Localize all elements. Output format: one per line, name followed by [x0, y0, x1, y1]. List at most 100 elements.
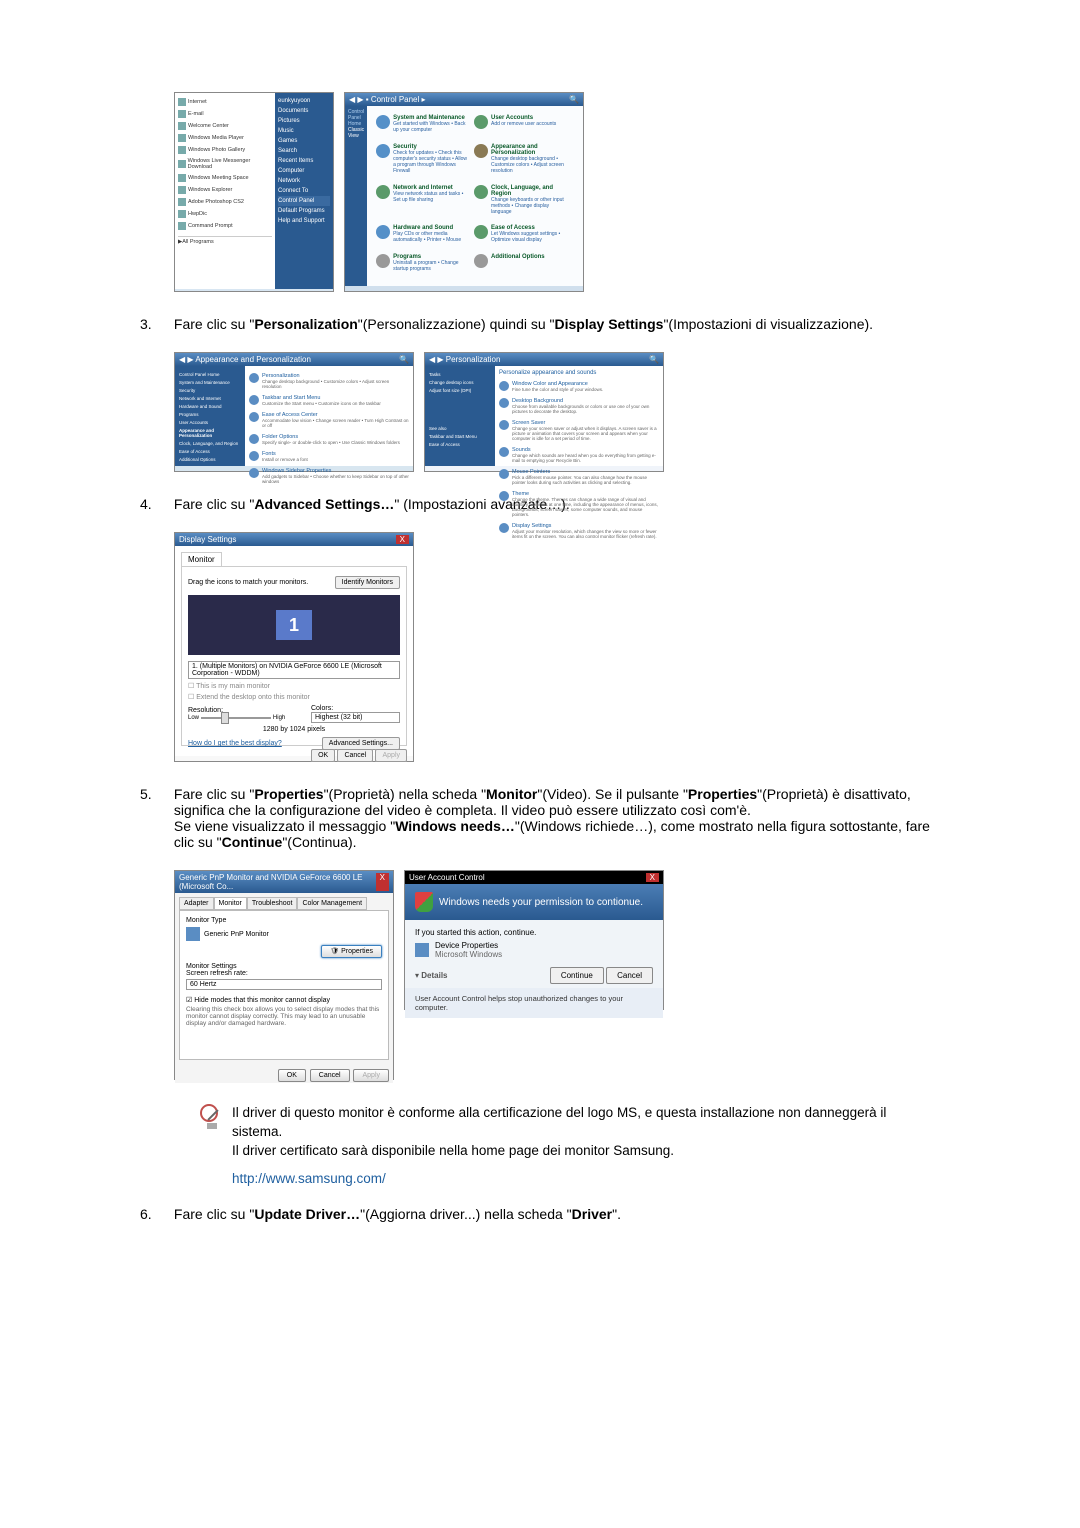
start-item: Command Prompt [178, 220, 272, 232]
step-5: 5. Fare clic su "Properties"(Proprietà) … [140, 786, 940, 850]
pers2-item: Display SettingsAdjust your monitor reso… [499, 520, 659, 542]
pers-item: Ease of Access CenterAccommodate low vis… [249, 409, 409, 431]
cp-category: Appearance and PersonalizationChange des… [471, 141, 569, 182]
properties-button[interactable]: 🛡 Properties [321, 945, 382, 958]
cp-category: System and MaintenanceGet started with W… [373, 112, 471, 141]
pers2-item: Mouse PointersPick a different mouse poi… [499, 466, 659, 488]
display-settings-figure: Display SettingsX Monitor Drag the icons… [174, 532, 414, 762]
cp-category: SecurityCheck for updates • Check this c… [373, 141, 471, 182]
uac-titlebar: User Account ControlX [405, 871, 663, 884]
cancel-button[interactable]: Cancel [337, 749, 373, 762]
cp-category: Clock, Language, and RegionChange keyboa… [471, 182, 569, 223]
pers2-item: SoundsChange which sounds are heard when… [499, 444, 659, 466]
tab-color-management[interactable]: Color Management [297, 897, 367, 910]
pers-sidebar: Control Panel Home System and Maintenanc… [175, 366, 245, 466]
pers-titlebar: ◀ ▶ Appearance and Personalization🔍 [175, 353, 413, 366]
shield-icon [415, 892, 433, 912]
tab-monitor[interactable]: Monitor [214, 897, 247, 910]
start-item: Windows Live Messenger Download [178, 156, 272, 172]
pers-item: Taskbar and Start MenuCustomize the Star… [249, 392, 409, 409]
colors-select[interactable]: Highest (32 bit) [311, 712, 400, 723]
cp-category: Ease of AccessLet Windows suggest settin… [471, 222, 569, 251]
ok-button[interactable]: OK [311, 749, 335, 762]
samsung-link[interactable]: http://www.samsung.com/ [232, 1171, 940, 1186]
start-item: Connect To [278, 186, 330, 196]
pers-main: PersonalizationChange desktop background… [245, 366, 413, 466]
cancel-button[interactable]: Cancel [606, 967, 653, 984]
tab-troubleshoot[interactable]: Troubleshoot [247, 897, 298, 910]
close-icon[interactable]: X [646, 873, 659, 882]
start-right: eunkyuyoon Documents Pictures Music Game… [275, 93, 333, 289]
monitor-properties-figure: Generic PnP Monitor and NVIDIA GeForce 6… [174, 870, 394, 1080]
start-item: Network [278, 176, 330, 186]
tab-adapter[interactable]: Adapter [179, 897, 214, 910]
control-panel-figure: ◀ ▶ ▪ Control Panel ▸🔍 Control Panel Hom… [344, 92, 584, 292]
start-item: Documents [278, 106, 330, 116]
cp-category: ProgramsUninstall a program • Change sta… [373, 251, 471, 280]
personalization-nav-figure: ◀ ▶ Appearance and Personalization🔍 Cont… [174, 352, 414, 472]
start-left: Internet E-mail Welcome Center Windows M… [175, 93, 275, 289]
monitor-preview: 1 [188, 595, 400, 655]
step-3: 3. Fare clic su "Personalization"(Person… [140, 316, 940, 332]
start-item: Help and Support [278, 216, 330, 226]
apply-button[interactable]: Apply [353, 1069, 389, 1082]
cancel-button[interactable]: Cancel [310, 1069, 350, 1082]
pers2-sidebar: Tasks Change desktop icons Adjust font s… [425, 366, 495, 466]
pers2-item: Desktop BackgroundChoose from available … [499, 395, 659, 417]
start-item: Adobe Photoshop CS2 [178, 196, 272, 208]
start-control-panel: Control Panel [278, 196, 330, 206]
cp-category: Additional Options [471, 251, 569, 280]
start-item: Windows Meeting Space [178, 172, 272, 184]
start-item: Default Programs [278, 206, 330, 216]
pers-item: PersonalizationChange desktop background… [249, 370, 409, 392]
cp-titlebar: ◀ ▶ ▪ Control Panel ▸🔍 [345, 93, 583, 106]
start-item: Recent Items [278, 156, 330, 166]
device-icon [415, 943, 429, 957]
pers2-item: Window Color and AppearanceFine tune the… [499, 378, 659, 395]
pers-item: Windows Sidebar PropertiesAdd gadgets to… [249, 465, 409, 487]
cp-category: Network and InternetView network status … [373, 182, 471, 223]
start-item: eunkyuyoon [278, 96, 330, 106]
start-item: Windows Photo Gallery [178, 144, 272, 156]
prop-titlebar: Generic PnP Monitor and NVIDIA GeForce 6… [175, 871, 393, 893]
pers2-item: ThemeChange the theme. Themes can change… [499, 488, 659, 520]
note-icon [200, 1104, 224, 1129]
refresh-rate-select[interactable]: 60 Hertz [186, 979, 382, 990]
pers2-titlebar: ◀ ▶ Personalization🔍 [425, 353, 663, 366]
start-item: Music [278, 126, 330, 136]
pers-item: FontsInstall or remove a font [249, 448, 409, 465]
start-item: E-mail [178, 108, 272, 120]
ds-titlebar: Display SettingsX [175, 533, 413, 546]
start-item: HwpDic [178, 208, 272, 220]
identify-monitors-button[interactable]: Identify Monitors [335, 576, 400, 589]
cp-category: User AccountsAdd or remove user accounts [471, 112, 569, 141]
start-item: Computer [278, 166, 330, 176]
ds-tab-monitor[interactable]: Monitor [181, 552, 222, 567]
start-item: Windows Explorer [178, 184, 272, 196]
pers-item: Folder OptionsSpecify single- or double-… [249, 431, 409, 448]
step-6: 6. Fare clic su "Update Driver…"(Aggiorn… [140, 1206, 940, 1222]
cp-sidebar: Control Panel Home Classic View [345, 106, 367, 286]
start-all-programs: ▶ All Programs [178, 236, 272, 247]
pers2-main: Personalize appearance and sounds Window… [495, 366, 663, 466]
personalization-figure: ◀ ▶ Personalization🔍 Tasks Change deskto… [424, 352, 664, 472]
apply-button[interactable]: Apply [375, 749, 407, 762]
cp-category: Hardware and SoundPlay CDs or other medi… [373, 222, 471, 251]
start-item: Internet [178, 96, 272, 108]
uac-note: User Account Control helps stop unauthor… [405, 988, 663, 1018]
cp-body: System and MaintenanceGet started with W… [367, 106, 583, 286]
start-item: Search [278, 146, 330, 156]
uac-header: Windows needs your permission to contion… [405, 884, 663, 920]
start-item: Windows Media Player [178, 132, 272, 144]
uac-dialog-figure: User Account ControlX Windows needs your… [404, 870, 664, 1010]
best-display-link[interactable]: How do I get the best display? [188, 740, 282, 747]
continue-button[interactable]: Continue [550, 967, 604, 984]
start-menu-figure: Internet E-mail Welcome Center Windows M… [174, 92, 334, 292]
start-item: Games [278, 136, 330, 146]
start-item: Welcome Center [178, 120, 272, 132]
driver-note: Il driver di questo monitor è conforme a… [200, 1104, 940, 1161]
adapter-select[interactable]: 1. (Multiple Monitors) on NVIDIA GeForce… [188, 661, 400, 679]
uac-program-row: Device PropertiesMicrosoft Windows [415, 937, 653, 963]
ok-button[interactable]: OK [278, 1069, 306, 1082]
pers2-item: Screen SaverChange your screen saver or … [499, 417, 659, 444]
